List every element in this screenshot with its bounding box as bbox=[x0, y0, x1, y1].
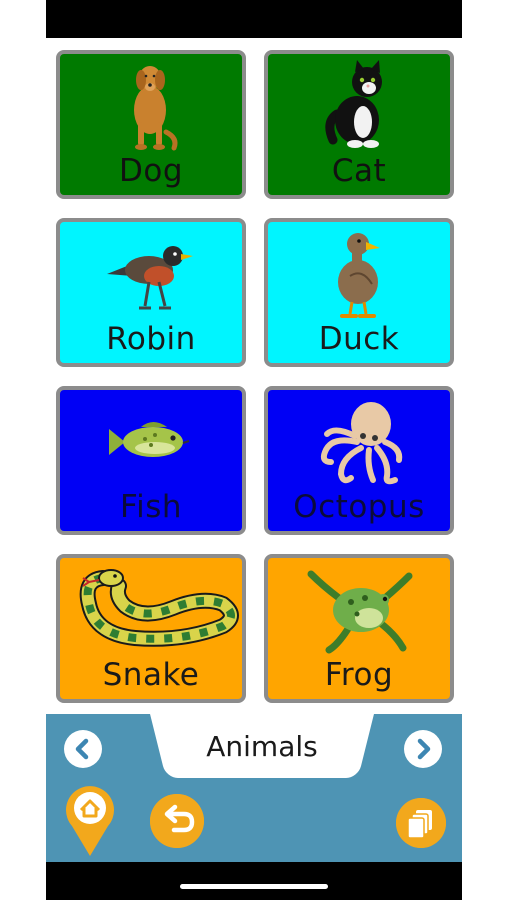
pages-icon bbox=[396, 798, 446, 848]
tile-snake[interactable]: Snake bbox=[56, 554, 246, 703]
home-indicator[interactable] bbox=[180, 884, 328, 889]
undo-button[interactable] bbox=[150, 794, 204, 848]
tile-octopus[interactable]: Octopus bbox=[264, 386, 454, 535]
app-screen: Dog Cat Robin Duck Fish Octopus Snake Fr… bbox=[46, 0, 462, 900]
folder-title: Animals bbox=[206, 730, 318, 763]
tile-label: Frog bbox=[324, 657, 394, 693]
chevron-right-icon bbox=[405, 731, 441, 767]
home-icon bbox=[66, 786, 114, 856]
symbol-grid: Dog Cat Robin Duck Fish Octopus Snake Fr… bbox=[46, 38, 462, 714]
tile-label: Octopus bbox=[293, 489, 425, 525]
tile-label: Cat bbox=[331, 153, 387, 189]
cat-icon bbox=[268, 60, 450, 152]
tile-robin[interactable]: Robin bbox=[56, 218, 246, 367]
tile-cat[interactable]: Cat bbox=[264, 50, 454, 199]
system-bar bbox=[46, 862, 462, 900]
next-folder-button[interactable] bbox=[404, 730, 442, 768]
fish-icon bbox=[60, 396, 242, 488]
frog-icon bbox=[268, 564, 450, 656]
tile-label: Snake bbox=[102, 657, 200, 693]
navigation-bar: Animals bbox=[46, 714, 462, 862]
tile-label: Robin bbox=[106, 321, 196, 357]
pages-button[interactable] bbox=[396, 798, 446, 848]
octopus-icon bbox=[268, 396, 450, 488]
status-bar bbox=[46, 0, 462, 38]
undo-icon bbox=[150, 794, 204, 848]
robin-icon bbox=[60, 228, 242, 320]
home-button[interactable] bbox=[64, 782, 116, 858]
tile-dog[interactable]: Dog bbox=[56, 50, 246, 199]
chevron-left-icon bbox=[65, 731, 101, 767]
tile-frog[interactable]: Frog bbox=[264, 554, 454, 703]
tile-label: Dog bbox=[118, 153, 183, 189]
dog-icon bbox=[60, 60, 242, 152]
snake-icon bbox=[60, 564, 242, 656]
tile-duck[interactable]: Duck bbox=[264, 218, 454, 367]
previous-folder-button[interactable] bbox=[64, 730, 102, 768]
tile-label: Fish bbox=[120, 489, 182, 525]
tile-fish[interactable]: Fish bbox=[56, 386, 246, 535]
tile-label: Duck bbox=[318, 321, 400, 357]
duck-icon bbox=[268, 228, 450, 320]
